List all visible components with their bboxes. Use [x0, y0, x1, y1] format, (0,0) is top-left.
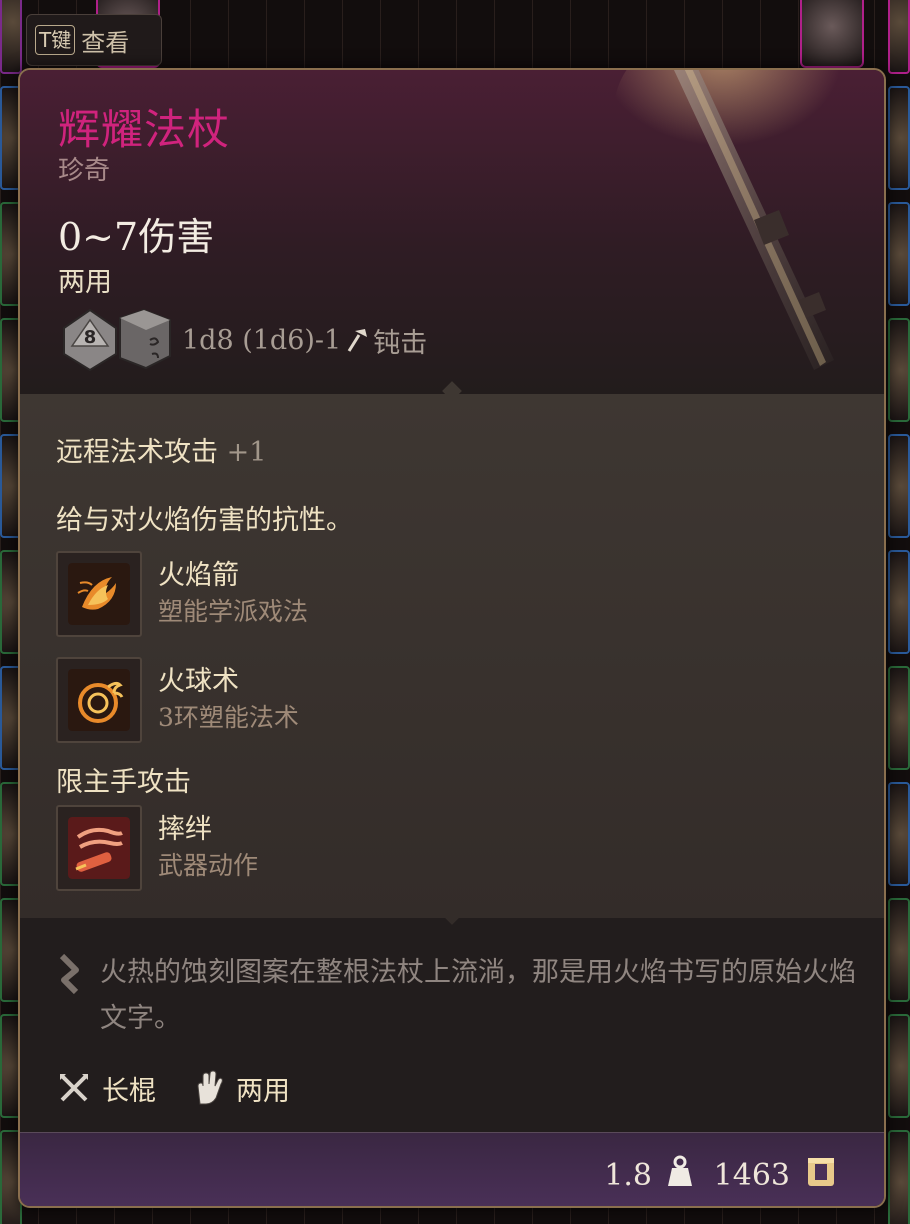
gold-coin-icon: [808, 1158, 834, 1186]
inspect-hint[interactable]: T键 查看: [26, 14, 162, 66]
ability-school: 塑能学派戏法: [158, 597, 309, 626]
inventory-slot[interactable]: [888, 202, 910, 306]
item-name: 辉耀法杖: [58, 105, 231, 154]
ability-fire-bolt[interactable]: 火焰箭 塑能学派戏法: [56, 550, 308, 638]
weapon-action-topple[interactable]: 摔绊 武器动作: [56, 804, 258, 892]
inventory-slot[interactable]: [888, 318, 910, 422]
spell-attack-label: 远程法术攻击: [56, 437, 218, 468]
weapon-type-label: 长棍: [102, 1075, 156, 1107]
inventory-column-right: [888, 0, 910, 1224]
d6-die-icon: [119, 308, 171, 370]
handedness: 两用: [58, 267, 112, 298]
quote-mark-icon: [59, 954, 79, 994]
weight-icon: [668, 1155, 692, 1186]
inventory-slot[interactable]: [888, 550, 910, 654]
ability-icon-frame: [56, 657, 142, 743]
inventory-slot[interactable]: [888, 1130, 910, 1224]
inventory-slot[interactable]: [888, 434, 910, 538]
ability-name: 火球术: [158, 666, 239, 697]
item-rarity: 珍奇: [58, 156, 111, 186]
action-name: 摔绊: [158, 814, 212, 845]
inventory-slot[interactable]: [888, 86, 910, 190]
ability-name: 火焰箭: [158, 560, 239, 591]
inventory-slot[interactable]: [888, 1014, 910, 1118]
main-hand-restriction: 限主手攻击: [56, 767, 191, 798]
damage-type: 钝击: [373, 327, 428, 359]
handedness-tag-label: 两用: [236, 1075, 290, 1107]
ability-icon-frame: [56, 551, 142, 637]
item-tooltip: 辉耀法杖 珍奇 0~7伤害 两用 8 1d8 (1d6)-1 钝击 远程法术攻击…: [18, 68, 886, 1208]
action-type: 武器动作: [158, 851, 259, 880]
hotkey-badge: T键: [35, 25, 76, 55]
d8-die-icon: 8: [63, 308, 117, 372]
spell-attack-property: 远程法术攻击 +1: [56, 430, 266, 469]
bludgeon-icon: [347, 329, 368, 352]
fire-bolt-icon: [68, 563, 130, 625]
item-price: 1463: [713, 1158, 790, 1193]
dice-formula: 1d8 (1d6)-1: [182, 324, 342, 356]
flavor-text: 火热的蚀刻图案在整根法杖上流淌，那是用火焰书写的原始火焰文字。: [100, 957, 856, 1034]
inventory-slot[interactable]: [888, 782, 910, 886]
damage-range: 0~7伤害: [58, 215, 215, 259]
damage-dice-row: 8 1d8 (1d6)-1 钝击: [58, 306, 427, 374]
inspect-label: 查看: [81, 28, 130, 57]
hand-icon: [197, 1070, 223, 1105]
weapon-tags: 长棍 两用: [56, 1066, 290, 1110]
inventory-slot[interactable]: [888, 0, 910, 74]
ability-fireball[interactable]: 火球术 3环塑能法术: [56, 656, 299, 744]
d8-face-number: 8: [84, 327, 97, 348]
ability-icon-frame: [56, 805, 142, 891]
topple-icon: [68, 817, 130, 879]
fire-resistance-property: 给与对火焰伤害的抗性。: [56, 505, 353, 536]
ability-level: 3环塑能法术: [158, 703, 299, 732]
fireball-icon: [68, 669, 130, 731]
crossed-staves-icon: [60, 1074, 88, 1102]
dice-icons: 8: [58, 306, 176, 374]
spell-attack-bonus: +1: [226, 437, 267, 468]
inventory-slot[interactable]: [888, 898, 910, 1002]
inventory-slot[interactable]: [800, 0, 864, 68]
item-weight: 1.8: [604, 1158, 652, 1193]
inventory-slot[interactable]: [0, 0, 22, 74]
inventory-slot[interactable]: [888, 666, 910, 770]
